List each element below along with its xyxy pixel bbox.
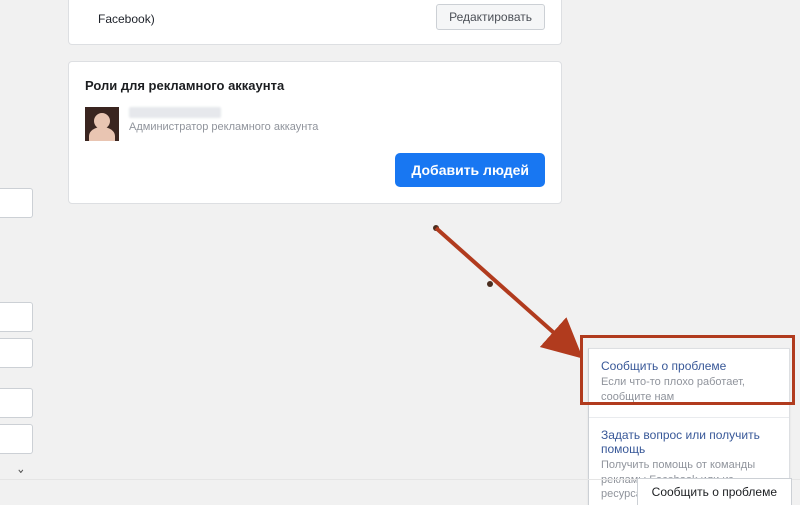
help-item-title: Задать вопрос или получить помощь (601, 428, 777, 456)
sidebar-sliver (0, 388, 33, 418)
sidebar-sliver (0, 302, 33, 332)
sidebar-sliver (0, 338, 33, 368)
help-item-report-problem[interactable]: Сообщить о проблеме Если что-то плохо ра… (589, 349, 789, 418)
sidebar-sliver (0, 424, 33, 454)
user-row: Администратор рекламного аккаунта (85, 107, 545, 141)
user-role-label: Администратор рекламного аккаунта (129, 121, 318, 133)
annotation-arrow (430, 222, 600, 372)
card-text-fragment: Facebook) (85, 12, 155, 26)
sidebar-sliver (0, 188, 33, 218)
settings-card: Facebook) Редактировать (68, 0, 562, 45)
user-name-blurred (129, 107, 221, 118)
roles-heading: Роли для рекламного аккаунта (85, 78, 545, 93)
ad-account-roles-card: Роли для рекламного аккаунта Администрат… (68, 61, 562, 204)
help-item-title: Сообщить о проблеме (601, 359, 777, 373)
chevron-down-icon[interactable]: ⌄ (16, 460, 25, 477)
avatar (85, 107, 119, 141)
report-problem-dock-button[interactable]: Сообщить о проблеме (637, 478, 792, 505)
add-people-button[interactable]: Добавить людей (395, 153, 545, 187)
help-item-desc: Если что-то плохо работает, сообщите нам (601, 375, 777, 405)
edit-button[interactable]: Редактировать (436, 4, 545, 30)
